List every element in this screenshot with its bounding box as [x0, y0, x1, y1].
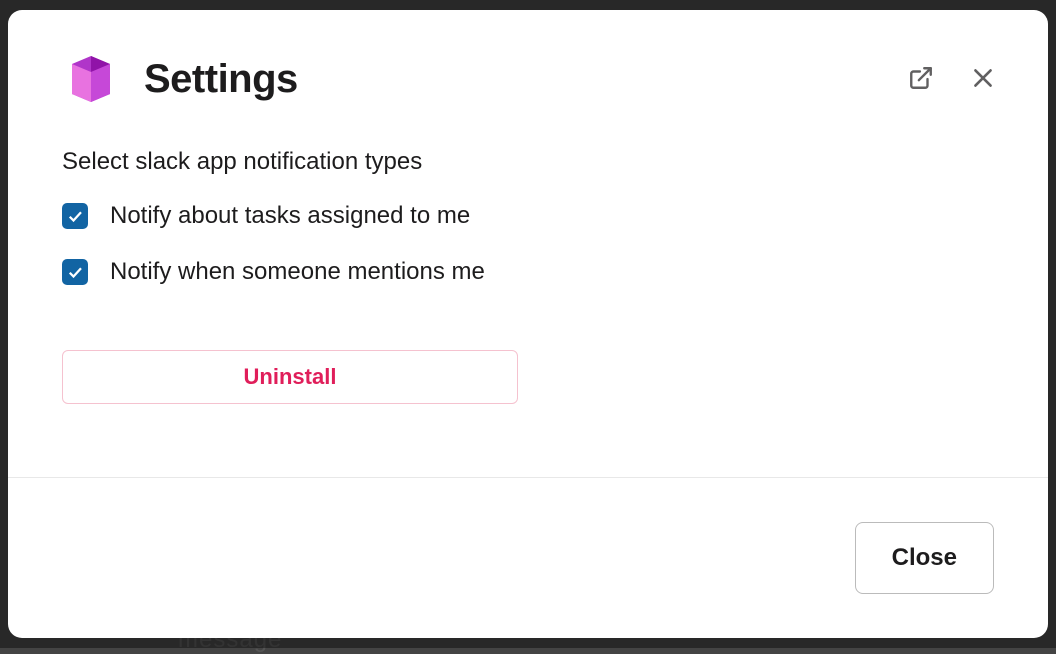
notification-option-row: Notify when someone mentions me: [62, 258, 994, 286]
external-link-icon: [908, 65, 934, 94]
notify-tasks-checkbox[interactable]: [62, 203, 88, 229]
modal-footer: Close: [8, 477, 1048, 638]
notify-mentions-label: Notify when someone mentions me: [110, 258, 485, 286]
modal-title: Settings: [144, 57, 880, 102]
close-icon: [970, 65, 996, 94]
checkmark-icon: [66, 263, 84, 281]
notification-option-row: Notify about tasks assigned to me: [62, 202, 994, 230]
open-externally-button[interactable]: [904, 61, 938, 98]
close-x-button[interactable]: [966, 61, 1000, 98]
notify-mentions-checkbox[interactable]: [62, 259, 88, 285]
settings-modal: Settings: [8, 10, 1048, 638]
header-actions: [904, 61, 1000, 98]
modal-header: Settings: [8, 10, 1048, 128]
notification-section-label: Select slack app notification types: [62, 148, 994, 176]
uninstall-button[interactable]: Uninstall: [62, 350, 518, 404]
app-icon: [62, 50, 120, 108]
checkmark-icon: [66, 207, 84, 225]
modal-body: Select slack app notification types Noti…: [8, 128, 1048, 477]
notify-tasks-label: Notify about tasks assigned to me: [110, 202, 470, 230]
close-button[interactable]: Close: [855, 522, 994, 594]
